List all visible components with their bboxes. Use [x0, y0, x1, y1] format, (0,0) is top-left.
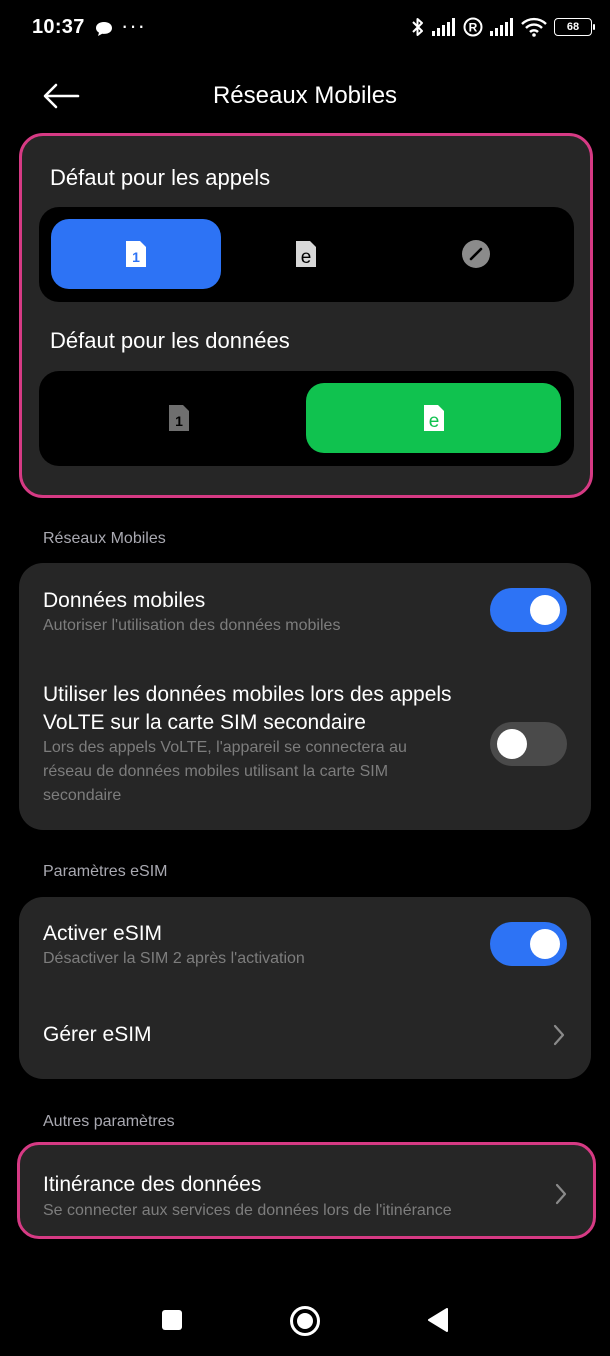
- home-icon: [290, 1306, 320, 1336]
- nav-back-button[interactable]: [418, 1300, 458, 1340]
- svg-text:R: R: [469, 21, 478, 35]
- data-roaming-subtitle: Se connecter aux services de données lor…: [43, 1202, 452, 1219]
- bluetooth-icon: [412, 18, 423, 36]
- svg-text:e: e: [301, 247, 312, 268]
- manage-esim-title: Gérer eSIM: [43, 1023, 152, 1046]
- recents-icon: [162, 1310, 182, 1330]
- data-roaming-row[interactable]: Itinérance des données Se connecter aux …: [17, 1142, 596, 1239]
- calls-default-selector: 1 e: [39, 207, 574, 302]
- volte-data-title-line1: Utiliser les données mobiles lors des ap…: [43, 683, 452, 706]
- calls-default-title: Défaut pour les appels: [50, 165, 271, 190]
- volte-data-sub-line2: réseau de données mobiles utilisant la c…: [43, 763, 389, 780]
- manage-esim-row[interactable]: Gérer eSIM: [19, 992, 591, 1079]
- chevron-right-icon: [555, 1183, 567, 1205]
- signal-icon: [432, 18, 455, 36]
- more-notifications-icon: ···: [121, 13, 146, 38]
- volte-data-sub-line3: secondaire: [43, 787, 122, 804]
- nav-recents-button[interactable]: [152, 1300, 192, 1340]
- data-option-sim1[interactable]: 1: [51, 383, 306, 453]
- data-default-title: Défaut pour les données: [50, 328, 290, 353]
- mobile-networks-card: Données mobiles Autoriser l'utilisation …: [19, 563, 591, 830]
- activate-esim-title: Activer eSIM: [43, 922, 163, 945]
- page-title: Réseaux Mobiles: [212, 82, 398, 109]
- calls-option-sim1[interactable]: 1: [51, 219, 221, 289]
- activate-esim-subtitle: Désactiver la SIM 2 après l'activation: [43, 950, 305, 967]
- mobile-data-toggle[interactable]: [490, 588, 567, 632]
- chat-notification-icon: [96, 22, 112, 36]
- battery-level: 68: [566, 21, 580, 33]
- volte-data-title-line2: VoLTE sur la carte SIM secondaire: [43, 711, 366, 734]
- data-default-selector: 1 e: [39, 371, 574, 466]
- mobile-data-subtitle: Autoriser l'utilisation des données mobi…: [43, 617, 341, 634]
- data-option-esim[interactable]: e: [306, 383, 561, 453]
- esim-icon: e: [423, 405, 444, 432]
- roaming-icon: R: [463, 17, 483, 37]
- mobile-data-title: Données mobiles: [43, 589, 206, 612]
- mobile-data-row[interactable]: Données mobiles Autoriser l'utilisation …: [19, 563, 591, 658]
- svg-text:1: 1: [132, 249, 140, 265]
- section-label-other: Autres paramètres: [43, 1113, 175, 1130]
- back-triangle-icon: [428, 1308, 448, 1332]
- nav-home-button[interactable]: [284, 1300, 326, 1342]
- status-icons: R 68: [411, 17, 595, 37]
- wifi-icon: [521, 17, 547, 37]
- esim-card: Activer eSIM Désactiver la SIM 2 après l…: [19, 897, 591, 1079]
- ask-every-time-icon: [462, 240, 490, 268]
- activate-esim-toggle[interactable]: [490, 922, 567, 966]
- sim-1-icon: 1: [168, 405, 189, 431]
- esim-icon: e: [296, 241, 316, 268]
- calls-option-ask[interactable]: [391, 219, 561, 289]
- activate-esim-row[interactable]: Activer eSIM Désactiver la SIM 2 après l…: [19, 897, 591, 992]
- sim-1-icon: 1: [126, 241, 146, 267]
- volte-data-sub-line1: Lors des appels VoLTE, l'appareil se con…: [43, 739, 407, 756]
- battery-icon: 68: [554, 18, 595, 36]
- svg-text:e: e: [428, 411, 439, 432]
- volte-data-row[interactable]: Utiliser les données mobiles lors des ap…: [19, 658, 591, 828]
- default-sim-card: Défaut pour les appels 1 e Défaut pour l…: [19, 133, 593, 498]
- section-label-esim: Paramètres eSIM: [43, 863, 168, 880]
- calls-option-esim[interactable]: e: [221, 219, 391, 289]
- status-time: 10:37: [32, 16, 85, 38]
- data-roaming-title: Itinérance des données: [43, 1173, 262, 1196]
- section-label-mobile-networks: Réseaux Mobiles: [43, 530, 166, 547]
- volte-data-toggle[interactable]: [490, 722, 567, 766]
- svg-text:1: 1: [175, 413, 183, 429]
- signal-2-icon: [490, 18, 513, 36]
- chevron-right-icon: [553, 1024, 565, 1046]
